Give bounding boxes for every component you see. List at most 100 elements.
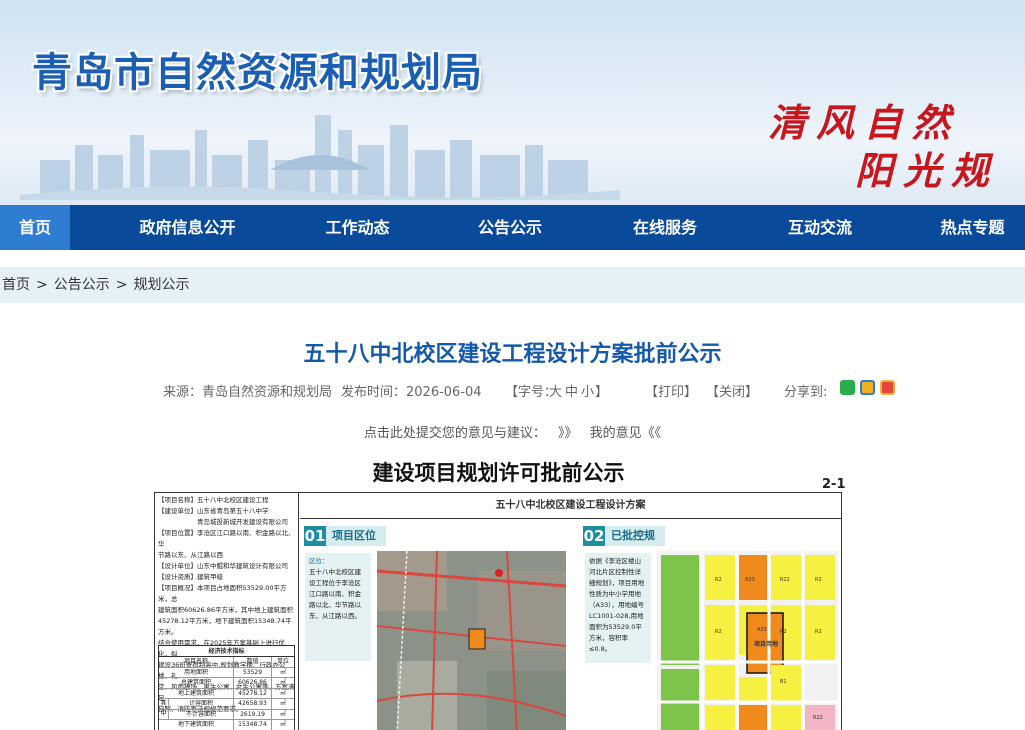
table-cell: 45278.12 xyxy=(234,688,272,698)
location-map xyxy=(377,551,566,730)
article-title: 五十八中北校区建设工程设计方案批前公示 xyxy=(303,342,722,367)
info-line: 节路以东、从江路以西 xyxy=(158,551,223,559)
info-line: 【设计单位】山东中鲲和华建筑设计有限公司 xyxy=(158,562,288,570)
plot-label: A33 xyxy=(745,577,755,583)
print-link[interactable]: 【打印】 xyxy=(645,381,697,400)
nav-item-interaction[interactable]: 互动交流 xyxy=(720,205,920,250)
announcement-document: 建设项目规划许可批前公示 2-1 【项目名称】五十八中北校区建设工程 【建设单位… xyxy=(150,455,847,730)
table-header-cell: 数值 xyxy=(234,657,272,667)
table-header-row: 项目名称 数值 单位 xyxy=(159,657,294,668)
font-size-large[interactable]: 大 xyxy=(549,381,562,400)
table-cell: 计容面积 xyxy=(169,699,234,709)
weibo-share-icon[interactable] xyxy=(880,380,895,395)
table-title: 经济技术指标 xyxy=(159,646,294,657)
table-row: 不计容面积 2619.19 ㎡ xyxy=(159,709,294,720)
document-frame: 【项目名称】五十八中北校区建设工程 【建设单位】山东省青岛第五十八中学 青岛城投… xyxy=(154,492,842,730)
nav-item-hot-topics[interactable]: 热点专题 xyxy=(920,205,1025,250)
wechat-share-icon[interactable] xyxy=(840,380,855,395)
breadcrumb-home[interactable]: 首页 xyxy=(2,277,30,293)
info-line: 青岛城投新城开发建设有限公司 xyxy=(158,518,288,526)
info-line: 建筑面积60626.86平方米，其中地上建筑面积 xyxy=(158,606,294,614)
note-text: 五十八中北校区建设工程位于李沧区江口路以南、积金路以北、华节路以东、从江路以西。 xyxy=(309,568,361,620)
plot-label: A33 xyxy=(757,627,767,633)
feedback-arrows: 》》 xyxy=(557,426,578,441)
breadcrumb-separator: > xyxy=(115,277,128,293)
main-nav: 首页 政府信息公开 工作动态 公告公示 在线服务 互动交流 热点专题 xyxy=(0,205,1025,250)
plot-label: B1 xyxy=(780,679,787,685)
nav-item-home[interactable]: 首页 xyxy=(0,205,70,250)
article-date: 发布时间：2026-06-04 xyxy=(341,385,482,400)
info-line: 【项目名称】五十八中北校区建设工程 xyxy=(158,496,269,504)
section-number: 01 xyxy=(304,526,326,546)
plot-label: R2 xyxy=(780,629,787,635)
table-row: 地上建筑面积 45278.12 ㎡ xyxy=(159,688,294,699)
font-size-small[interactable]: 小 xyxy=(581,381,594,400)
section-approved-plan-header: 02 已批控规 xyxy=(583,526,665,546)
zoning-map-image: R2 A33 R22 R2 A33 R2 R2 R2 B1 R22 项目用地 xyxy=(657,551,838,730)
table-cell: 用地面积 xyxy=(159,667,234,677)
table-cell: 地下建筑面积 xyxy=(159,720,234,730)
table-cell: ㎡ xyxy=(279,679,286,686)
location-note: 区位： 五十八中北校区建设工程位于李沧区江口路以南、积金路以北、华节路以东、从江… xyxy=(305,553,371,661)
document-title: 建设项目规划许可批前公示 xyxy=(372,461,625,485)
table-cell: ㎡ xyxy=(279,668,286,676)
feedback-prefix: 点击此处提交您的意见与建议： xyxy=(363,426,546,441)
info-line: 【项目位置】李沧区江口路以南、积金路以北、华 xyxy=(158,529,295,548)
table-row: 用地面积 53529 ㎡ xyxy=(159,667,294,678)
nav-item-online-services[interactable]: 在线服务 xyxy=(610,205,720,250)
map-project-label: 项目用地 xyxy=(754,640,778,648)
info-line: 【建设单位】山东省青岛第五十八中学 xyxy=(158,507,269,515)
approved-plan-note: 依据《李沧区楼山河北片区控制性详细规划》，项目用地性质为中小学用地（A33），用… xyxy=(585,553,651,663)
section-label: 已批控规 xyxy=(605,526,665,546)
table-cell: 42658.93 xyxy=(234,699,272,709)
feedback-link[interactable]: 我的意见《《 xyxy=(590,426,662,441)
note-title: 区位： xyxy=(309,557,329,565)
table-cell: 60626.86 xyxy=(234,678,272,688)
header-banner: 青岛市自然资源和规划局 清风自然 阳光规划 xyxy=(0,0,1025,205)
nav-item-gov-info[interactable]: 政府信息公开 xyxy=(70,205,305,250)
site-title: 青岛市自然资源和规划局 xyxy=(32,50,483,96)
close-link[interactable]: 【关闭】 xyxy=(706,381,758,400)
project-info-panel: 【项目名称】五十八中北校区建设工程 【建设单位】山东省青岛第五十八中学 青岛城投… xyxy=(155,493,299,730)
table-cell: 不计容面积 xyxy=(169,709,234,719)
info-line: 45278.12平方米，地下建筑面积15348.74平方米。 xyxy=(158,617,292,636)
slogan-line-1: 清风自然 xyxy=(768,100,961,145)
table-row: 总建筑面积 60626.86 ㎡ xyxy=(159,678,294,689)
table-cell: ㎡ xyxy=(279,710,286,718)
table-cell: 总建筑面积 xyxy=(159,678,234,688)
table-group-label: 其中 xyxy=(159,699,169,717)
table-cell: 地上建筑面积 xyxy=(159,688,234,698)
share-label: 分享到: xyxy=(784,385,828,400)
plot-label: R2 xyxy=(715,629,722,635)
font-size-close-bracket: 】 xyxy=(595,385,609,400)
info-line: 【项目概况】本项目占地面积53529.00平方米，总 xyxy=(158,584,287,603)
table-cell: ㎡ xyxy=(279,721,286,728)
table-header-cell: 单位 xyxy=(276,658,289,665)
section-location-header: 01 项目区位 xyxy=(304,526,386,546)
document-page-number: 2-1 xyxy=(822,477,846,492)
breadcrumb-announcements[interactable]: 公告公示 xyxy=(54,277,110,293)
table-group-spacer xyxy=(159,709,169,719)
plot-label: R2 xyxy=(815,629,822,635)
satellite-map-image xyxy=(377,551,566,730)
note-text: 依据《李沧区楼山河北片区控制性详细规划》，项目用地性质为中小学用地（A33），用… xyxy=(589,557,645,653)
table-cell: 53529 xyxy=(234,667,272,677)
nav-item-work-news[interactable]: 工作动态 xyxy=(305,205,410,250)
info-line: 【设计资质】建筑甲级 xyxy=(158,573,223,581)
document-frame-title: 五十八中北校区建设工程设计方案 xyxy=(300,493,841,519)
nav-item-announcements[interactable]: 公告公示 xyxy=(410,205,610,250)
plot-label: R22 xyxy=(780,577,790,583)
section-number: 02 xyxy=(583,526,605,546)
qzone-share-icon[interactable] xyxy=(860,380,875,395)
feedback-line: 点击此处提交您的意见与建议： 》》 我的意见《《 xyxy=(0,422,1025,441)
city-skyline-illustration xyxy=(20,115,620,200)
table-cell: 2619.19 xyxy=(234,709,272,719)
breadcrumb-planning[interactable]: 规划公示 xyxy=(133,277,189,293)
article-source: 来源：青岛自然资源和规划局 xyxy=(163,385,333,400)
table-cell: ㎡ xyxy=(279,689,286,697)
plot-label: R2 xyxy=(815,577,822,583)
zoning-plan-map: R2 A33 R22 R2 A33 R2 R2 R2 B1 R22 项目用地 xyxy=(657,551,838,730)
font-size-medium[interactable]: 中 xyxy=(565,381,578,400)
plot-label: R2 xyxy=(715,577,722,583)
tech-indicators-table: 经济技术指标 项目名称 数值 单位 用地面积 53529 ㎡ 总建筑面积 60626.… xyxy=(158,645,295,730)
